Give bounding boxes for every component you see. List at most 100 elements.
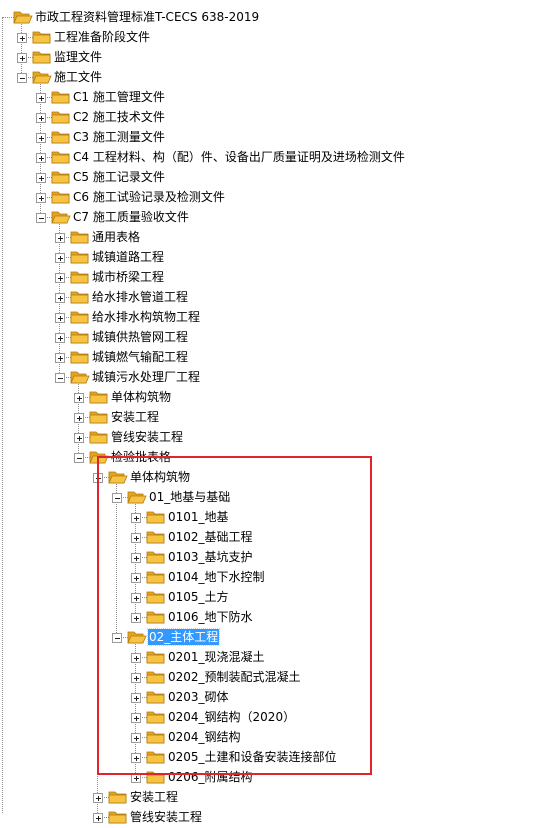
folder-open-icon xyxy=(70,369,90,385)
expand-plus-icon[interactable] xyxy=(55,253,65,263)
tree-node[interactable]: C4 工程材料、构（配）件、设备出厂质量证明及进场检测文件 xyxy=(0,147,547,167)
tree-node[interactable]: 0103_基坑支护 xyxy=(0,547,547,567)
collapse-minus-icon[interactable] xyxy=(112,633,122,643)
tree-node-label: C1 施工管理文件 xyxy=(73,90,165,104)
collapse-minus-icon[interactable] xyxy=(17,73,27,83)
tree-node[interactable]: 给水排水管道工程 xyxy=(0,287,547,307)
tree-node[interactable]: 监理文件 xyxy=(0,47,547,67)
tree-node[interactable]: 城镇燃气输配工程 xyxy=(0,347,547,367)
collapse-minus-icon[interactable] xyxy=(93,473,103,483)
tree-node[interactable]: 0106_地下防水 xyxy=(0,607,547,627)
tree-node[interactable]: 0105_土方 xyxy=(0,587,547,607)
expand-plus-icon[interactable] xyxy=(131,613,141,623)
tree-node[interactable]: 施工文件 xyxy=(0,67,547,87)
expand-plus-icon[interactable] xyxy=(36,93,46,103)
tree-node[interactable]: 管线安装工程 xyxy=(0,807,547,827)
tree-node-label: 单体构筑物 xyxy=(130,470,191,484)
expand-plus-icon[interactable] xyxy=(131,773,141,783)
tree-node[interactable]: 工程准备阶段文件 xyxy=(0,27,547,47)
tree-node[interactable]: 市政工程资料管理标准T-CECS 638-2019 xyxy=(0,7,547,27)
expand-plus-icon[interactable] xyxy=(131,693,141,703)
folder-icon xyxy=(70,309,90,325)
tree-node[interactable]: 0104_地下水控制 xyxy=(0,567,547,587)
expand-plus-icon[interactable] xyxy=(36,153,46,163)
tree-node[interactable]: 检验批表格 xyxy=(0,447,547,467)
folder-icon xyxy=(146,709,166,725)
folder-icon xyxy=(70,329,90,345)
folder-open-icon xyxy=(32,69,52,85)
expand-plus-icon[interactable] xyxy=(131,593,141,603)
collapse-minus-icon[interactable] xyxy=(36,213,46,223)
expand-plus-icon[interactable] xyxy=(36,193,46,203)
expand-plus-icon[interactable] xyxy=(36,113,46,123)
tree-node-label: 管线安装工程 xyxy=(130,810,203,824)
tree-node[interactable]: 安装工程 xyxy=(0,407,547,427)
tree-node-label: 安装工程 xyxy=(130,790,179,804)
expand-plus-icon[interactable] xyxy=(36,173,46,183)
tree-node[interactable]: 安装工程 xyxy=(0,787,547,807)
expand-plus-icon[interactable] xyxy=(93,813,103,823)
tree-node[interactable]: 0202_预制装配式混凝土 xyxy=(0,667,547,687)
collapse-minus-icon[interactable] xyxy=(74,453,84,463)
tree-node[interactable]: 通用表格 xyxy=(0,227,547,247)
tree-node[interactable]: 城镇污水处理厂工程 xyxy=(0,367,547,387)
tree-node[interactable]: 0205_土建和设备安装连接部位 xyxy=(0,747,547,767)
folder-icon xyxy=(146,649,166,665)
tree-node[interactable]: C1 施工管理文件 xyxy=(0,87,547,107)
expand-plus-icon[interactable] xyxy=(131,573,141,583)
folder-tree[interactable]: 市政工程资料管理标准T-CECS 638-2019 工程准备阶段文件监理文件施工文… xyxy=(0,0,547,824)
tree-node[interactable]: 0201_现浇混凝土 xyxy=(0,647,547,667)
expand-plus-icon[interactable] xyxy=(17,33,27,43)
tree-node[interactable]: C5 施工记录文件 xyxy=(0,167,547,187)
tree-node[interactable]: 城镇道路工程 xyxy=(0,247,547,267)
tree-node[interactable]: 城镇供热管网工程 xyxy=(0,327,547,347)
expand-plus-icon[interactable] xyxy=(55,293,65,303)
tree-node-label: 0105_土方 xyxy=(168,590,229,604)
expand-plus-icon[interactable] xyxy=(74,393,84,403)
expand-plus-icon[interactable] xyxy=(17,53,27,63)
expand-plus-icon[interactable] xyxy=(93,793,103,803)
expand-plus-icon[interactable] xyxy=(74,433,84,443)
tree-node[interactable]: C2 施工技术文件 xyxy=(0,107,547,127)
collapse-minus-icon[interactable] xyxy=(112,493,122,503)
expand-plus-icon[interactable] xyxy=(131,513,141,523)
expand-plus-icon[interactable] xyxy=(131,713,141,723)
collapse-minus-icon[interactable] xyxy=(55,373,65,383)
tree-node[interactable]: 0203_砌体 xyxy=(0,687,547,707)
expand-plus-icon[interactable] xyxy=(131,733,141,743)
expand-plus-icon[interactable] xyxy=(36,133,46,143)
tree-node-label: 0201_现浇混凝土 xyxy=(168,650,265,664)
tree-node[interactable]: 管线安装工程 xyxy=(0,427,547,447)
expand-plus-icon[interactable] xyxy=(131,653,141,663)
tree-node-label-selected: 02_主体工程 xyxy=(146,628,221,646)
tree-node[interactable]: 02_主体工程 xyxy=(0,627,547,647)
tree-node[interactable]: 0102_基础工程 xyxy=(0,527,547,547)
expand-plus-icon[interactable] xyxy=(55,353,65,363)
expand-plus-icon[interactable] xyxy=(131,533,141,543)
tree-node[interactable]: 给水排水构筑物工程 xyxy=(0,307,547,327)
tree-node[interactable]: 0204_钢结构 xyxy=(0,727,547,747)
tree-node[interactable]: 单体构筑物 xyxy=(0,467,547,487)
tree-node-label: 监理文件 xyxy=(54,50,103,64)
folder-icon xyxy=(32,49,52,65)
expand-plus-icon[interactable] xyxy=(131,673,141,683)
tree-node[interactable]: 0101_地基 xyxy=(0,507,547,527)
tree-node-label: 管线安装工程 xyxy=(111,430,184,444)
tree-node-label: 0102_基础工程 xyxy=(168,530,253,544)
tree-node[interactable]: 0204_钢结构（2020） xyxy=(0,707,547,727)
expand-plus-icon[interactable] xyxy=(55,313,65,323)
expand-plus-icon[interactable] xyxy=(131,553,141,563)
folder-icon xyxy=(89,389,109,405)
expand-plus-icon[interactable] xyxy=(55,233,65,243)
tree-node[interactable]: 0206_附属结构 xyxy=(0,767,547,787)
expand-plus-icon[interactable] xyxy=(131,753,141,763)
tree-node[interactable]: C7 施工质量验收文件 xyxy=(0,207,547,227)
tree-node[interactable]: 单体构筑物 xyxy=(0,387,547,407)
expand-plus-icon[interactable] xyxy=(55,273,65,283)
tree-node[interactable]: 城市桥梁工程 xyxy=(0,267,547,287)
expand-plus-icon[interactable] xyxy=(55,333,65,343)
tree-node[interactable]: C3 施工测量文件 xyxy=(0,127,547,147)
expand-plus-icon[interactable] xyxy=(74,413,84,423)
tree-node[interactable]: C6 施工试验记录及检测文件 xyxy=(0,187,547,207)
tree-node[interactable]: 01_地基与基础 xyxy=(0,487,547,507)
